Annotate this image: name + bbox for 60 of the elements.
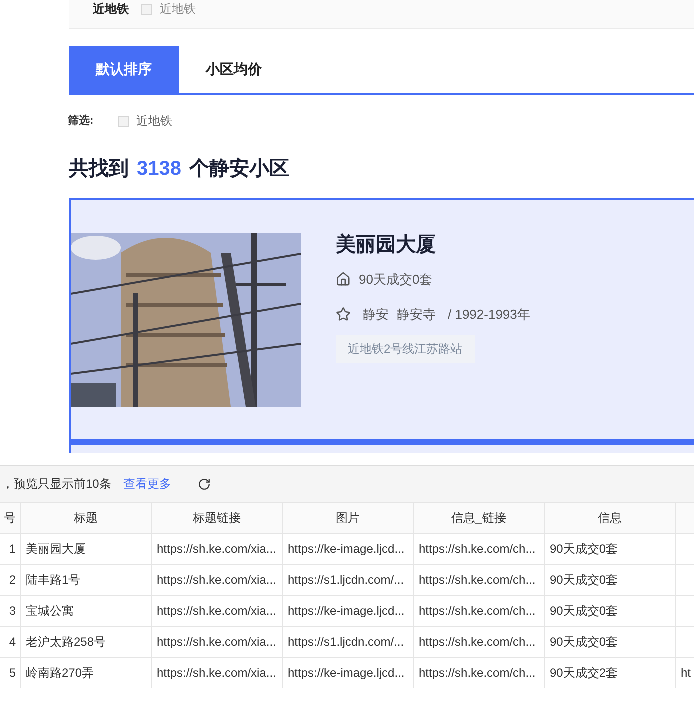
option-label[interactable]: 近地铁 <box>160 1 196 17</box>
district-link[interactable]: 静安 <box>363 304 389 324</box>
result-count: 3138 <box>137 157 182 182</box>
listing-card[interactable]: 美丽园大厦 90天成交0套 静安 静安寺 / 1992-1993年 近地铁2号线江苏路站 <box>69 198 694 441</box>
table-cell: https://sh.ke.com/xia... <box>152 596 283 626</box>
checkbox[interactable] <box>141 4 152 14</box>
table-cell: https://sh.ke.com/xia... <box>152 658 283 688</box>
star-icon <box>336 306 351 322</box>
column-header: 图片 <box>283 503 414 533</box>
listing-card[interactable] <box>69 441 694 453</box>
table-cell: 岭南路270弄 <box>21 658 152 688</box>
view-more-link[interactable]: 查看更多 <box>123 475 172 493</box>
table-cell: 5 <box>0 658 21 688</box>
table-cell: https://sh.ke.com/ch... <box>414 658 545 688</box>
table-cell: https://sh.ke.com/ch... <box>414 565 545 595</box>
table-cell: 美丽园大厦 <box>21 534 152 564</box>
preview-notice: ，预览只显示前10条 <box>2 476 112 493</box>
column-header: 标题 <box>21 503 152 533</box>
option-label[interactable]: 近地铁 <box>136 112 173 130</box>
listing-title[interactable]: 美丽园大厦 <box>336 233 530 257</box>
table-cell: 90天成交2套 <box>545 658 676 688</box>
result-count-text: 个静安小区 <box>190 156 290 182</box>
column-header: 信息 <box>545 503 676 533</box>
table-cell: https://s1.ljcdn.com/... <box>283 565 414 595</box>
table-cell: https://ke-image.ljcd... <box>283 596 414 626</box>
table-cell: 陆丰路1号 <box>21 565 152 595</box>
deals-text: 90天成交0套 <box>359 271 433 289</box>
area-link[interactable]: 静安寺 <box>397 304 436 324</box>
table-cell: 宝城公寓 <box>21 596 152 626</box>
checkbox[interactable] <box>118 116 129 126</box>
table-cell: ht <box>676 658 694 688</box>
table-cell: https://sh.ke.com/ch... <box>414 534 545 564</box>
table-cell: https://sh.ke.com/xia... <box>152 534 283 564</box>
table-cell: 90天成交0套 <box>545 627 676 657</box>
table-cell: 2 <box>0 565 21 595</box>
table-cell: https://s1.ljcdn.com/... <box>283 627 414 657</box>
filter-label: 筛选: <box>68 114 94 129</box>
house-icon <box>336 272 351 288</box>
table-cell: https://ke-image.ljcd... <box>283 534 414 564</box>
table-cell: 1 <box>0 534 21 564</box>
table-cell: 4 <box>0 627 21 657</box>
table-cell: 90天成交0套 <box>545 596 676 626</box>
sort-tab[interactable]: 默认排序 <box>69 46 179 93</box>
subway-tag: 近地铁2号线江苏路站 <box>336 335 475 363</box>
table-cell: 90天成交0套 <box>545 565 676 595</box>
table-cell: https://sh.ke.com/xia... <box>152 627 283 657</box>
table-cell: 3 <box>0 596 21 626</box>
column-header: 标题链接 <box>152 503 283 533</box>
result-count-text: 共找到 <box>69 157 129 182</box>
table-cell: https://sh.ke.com/xia... <box>152 565 283 595</box>
year-text: / 1992-1993年 <box>448 306 530 324</box>
column-header: 信息_链接 <box>414 503 545 533</box>
table-cell: https://ke-image.ljcd... <box>283 658 414 688</box>
filter-label: 近地铁 <box>93 1 129 17</box>
table-cell: 90天成交0套 <box>545 534 676 564</box>
column-header: 号 <box>0 503 21 533</box>
table-cell: 老沪太路258号 <box>21 627 152 657</box>
table-cell: https://sh.ke.com/ch... <box>414 596 545 626</box>
refresh-icon[interactable] <box>198 478 212 490</box>
table-cell: https://sh.ke.com/ch... <box>414 627 545 657</box>
